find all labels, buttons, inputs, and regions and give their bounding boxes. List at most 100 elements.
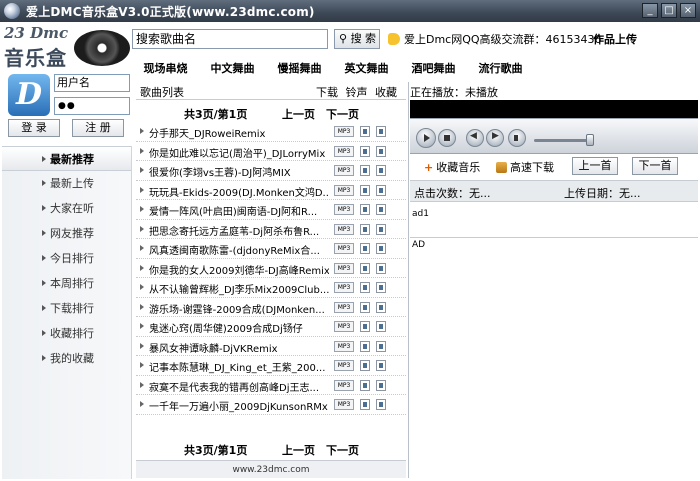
username-field[interactable]: 用户名 xyxy=(54,74,130,92)
song-row[interactable]: 分手那天_DJRoweiRemix MP3 xyxy=(136,122,406,142)
mp3-download-icon[interactable]: MP3 xyxy=(334,243,354,254)
song-row[interactable]: 很爱你(李翊vs王蓉)-DJ阿鸿MIX MP3 xyxy=(136,161,406,181)
tab-chinese-dance[interactable]: 中文舞曲 xyxy=(199,58,266,80)
favorite-icon[interactable] xyxy=(376,184,386,196)
song-title[interactable]: 暴风女神谭咏麟-DjVKRemix xyxy=(149,340,329,355)
ringtone-icon[interactable] xyxy=(360,184,370,196)
next-song-button[interactable]: 下一首 xyxy=(632,157,678,175)
ringtone-icon[interactable] xyxy=(360,399,370,410)
play-button[interactable] xyxy=(416,128,436,148)
song-row[interactable]: 游乐场-谢霆锋-2009合成(DJMonken... MP3 xyxy=(136,298,406,317)
song-title[interactable]: 风真透闽南歌陈雷-(djdonyReMix合... xyxy=(149,242,329,257)
tab-bar-dance[interactable]: 酒吧舞曲 xyxy=(400,58,467,80)
favorite-icon[interactable] xyxy=(376,321,386,332)
mp3-download-icon[interactable]: MP3 xyxy=(334,301,354,313)
song-row[interactable]: 鬼迷心窍(周华健)2009合成Dj钖仔 MP3 xyxy=(136,317,406,337)
favorite-icon[interactable] xyxy=(376,340,386,352)
tab-english-dance[interactable]: 英文舞曲 xyxy=(333,58,400,80)
song-row[interactable]: 暴风女神谭咏麟-DjVKRemix MP3 xyxy=(136,337,406,356)
mp3-download-icon[interactable]: MP3 xyxy=(334,262,354,274)
song-row[interactable]: 寂寞不是代表我的错再创高峰Dj王志... MP3 xyxy=(136,376,406,395)
ringtone-icon[interactable] xyxy=(360,126,370,137)
sidebar-item-latest-upload[interactable]: 最新上传 xyxy=(2,171,131,196)
mp3-download-icon[interactable]: MP3 xyxy=(334,165,354,176)
volume-knob[interactable] xyxy=(586,134,594,146)
maximize-button[interactable]: □ xyxy=(661,3,677,18)
song-row[interactable]: 风真透闽南歌陈雷-(djdonyReMix合... MP3 xyxy=(136,239,406,259)
next-page-link[interactable]: 下一页 xyxy=(326,442,359,458)
song-title[interactable]: 鬼迷心窍(周华健)2009合成Dj钖仔 xyxy=(149,320,329,335)
favorite-music-button[interactable]: + 收藏音乐 xyxy=(424,159,480,175)
previous-track-button[interactable] xyxy=(466,129,484,147)
sidebar-item-my-favorites[interactable]: 我的收藏 xyxy=(2,346,131,371)
sidebar-item-latest-recommend[interactable]: 最新推荐 xyxy=(2,146,131,171)
mp3-download-icon[interactable]: MP3 xyxy=(334,321,354,332)
mp3-download-icon[interactable]: MP3 xyxy=(334,223,354,235)
prev-page-link[interactable]: 上一页 xyxy=(282,106,315,122)
upload-link[interactable]: 作品上传 xyxy=(593,31,637,47)
sidebar-item-favorite-rank[interactable]: 收藏排行 xyxy=(2,321,131,346)
ringtone-icon[interactable] xyxy=(360,262,370,274)
mp3-download-icon[interactable]: MP3 xyxy=(334,204,354,215)
favorite-icon[interactable] xyxy=(376,165,386,176)
ringtone-icon[interactable] xyxy=(360,223,370,235)
tab-live-mix[interactable]: 现场串烧 xyxy=(132,58,199,80)
song-title[interactable]: 寂寞不是代表我的错再创高峰Dj王志... xyxy=(149,379,329,394)
mp3-download-icon[interactable]: MP3 xyxy=(334,360,354,371)
ringtone-icon[interactable] xyxy=(360,379,370,391)
favorite-icon[interactable] xyxy=(376,360,386,371)
close-button[interactable]: × xyxy=(680,3,696,18)
volume-icon[interactable] xyxy=(508,129,526,147)
ringtone-icon[interactable] xyxy=(360,145,370,157)
tab-pop-songs[interactable]: 流行歌曲 xyxy=(467,58,534,80)
favorite-icon[interactable] xyxy=(376,282,386,293)
favorite-icon[interactable] xyxy=(376,145,386,157)
ringtone-icon[interactable] xyxy=(360,321,370,332)
song-title[interactable]: 分手那天_DJRoweiRemix xyxy=(149,125,329,140)
song-title[interactable]: 你是我的女人2009刘德华-DJ高峰Remix xyxy=(149,262,329,277)
mp3-download-icon[interactable]: MP3 xyxy=(334,379,354,391)
mp3-download-icon[interactable]: MP3 xyxy=(334,126,354,137)
song-title[interactable]: 从不认输曾辉彬_DJ李乐Mix2009Club... xyxy=(149,281,329,296)
ringtone-icon[interactable] xyxy=(360,165,370,176)
ringtone-icon[interactable] xyxy=(360,340,370,352)
song-row[interactable]: 爱情一阵风(叶启田)闽南语-DJ阿和R... MP3 xyxy=(136,200,406,220)
sidebar-item-download-rank[interactable]: 下载排行 xyxy=(2,296,131,321)
ringtone-icon[interactable] xyxy=(360,301,370,313)
stop-button[interactable] xyxy=(438,129,456,147)
favorite-icon[interactable] xyxy=(376,262,386,274)
favorite-icon[interactable] xyxy=(376,126,386,137)
ringtone-icon[interactable] xyxy=(360,282,370,293)
mp3-download-icon[interactable]: MP3 xyxy=(334,340,354,352)
previous-song-button[interactable]: 上一首 xyxy=(572,157,618,175)
next-page-link[interactable]: 下一页 xyxy=(326,106,359,122)
register-button[interactable]: 注 册 xyxy=(72,119,124,137)
song-row[interactable]: 把思念寄托远方孟庭苇-Dj阿杀布鲁R... MP3 xyxy=(136,220,406,239)
song-title[interactable]: 你是如此难以忘记(周治平)_DJLorryMix xyxy=(149,145,329,160)
favorite-icon[interactable] xyxy=(376,243,386,254)
song-title[interactable]: 玩玩具-Ekids-2009(DJ.Monken文鸿D... xyxy=(149,184,329,199)
mp3-download-icon[interactable]: MP3 xyxy=(334,282,354,293)
song-title[interactable]: 一千年一万遍小丽_2009DjKunsonRMx xyxy=(149,398,329,413)
fast-download-button[interactable]: 高速下载 xyxy=(496,159,554,175)
song-row[interactable]: 玩玩具-Ekids-2009(DJ.Monken文鸿D... MP3 xyxy=(136,181,406,200)
next-track-button[interactable] xyxy=(486,129,504,147)
password-field[interactable]: ●● xyxy=(54,97,130,115)
song-title[interactable]: 爱情一阵风(叶启田)闽南语-DJ阿和R... xyxy=(149,203,329,218)
sidebar-item-today-rank[interactable]: 今日排行 xyxy=(2,246,131,271)
search-input[interactable]: 搜索歌曲名 xyxy=(132,29,328,49)
favorite-icon[interactable] xyxy=(376,204,386,215)
minimize-button[interactable]: _ xyxy=(642,3,658,18)
mp3-download-icon[interactable]: MP3 xyxy=(334,399,354,410)
song-title[interactable]: 游乐场-谢霆锋-2009合成(DJMonken... xyxy=(149,301,329,316)
favorite-icon[interactable] xyxy=(376,301,386,313)
song-title[interactable]: 记事本陈慧琳_DJ_King_et_王紫_200... xyxy=(149,359,329,374)
mp3-download-icon[interactable]: MP3 xyxy=(334,184,354,196)
ringtone-icon[interactable] xyxy=(360,243,370,254)
song-row[interactable]: 从不认输曾辉彬_DJ李乐Mix2009Club... MP3 xyxy=(136,278,406,298)
search-button[interactable]: ⚲ 搜 索 xyxy=(334,29,380,49)
mp3-download-icon[interactable]: MP3 xyxy=(334,145,354,157)
song-title[interactable]: 把思念寄托远方孟庭苇-Dj阿杀布鲁R... xyxy=(149,223,329,238)
sidebar-item-listening[interactable]: 大家在听 xyxy=(2,196,131,221)
ringtone-icon[interactable] xyxy=(360,360,370,371)
